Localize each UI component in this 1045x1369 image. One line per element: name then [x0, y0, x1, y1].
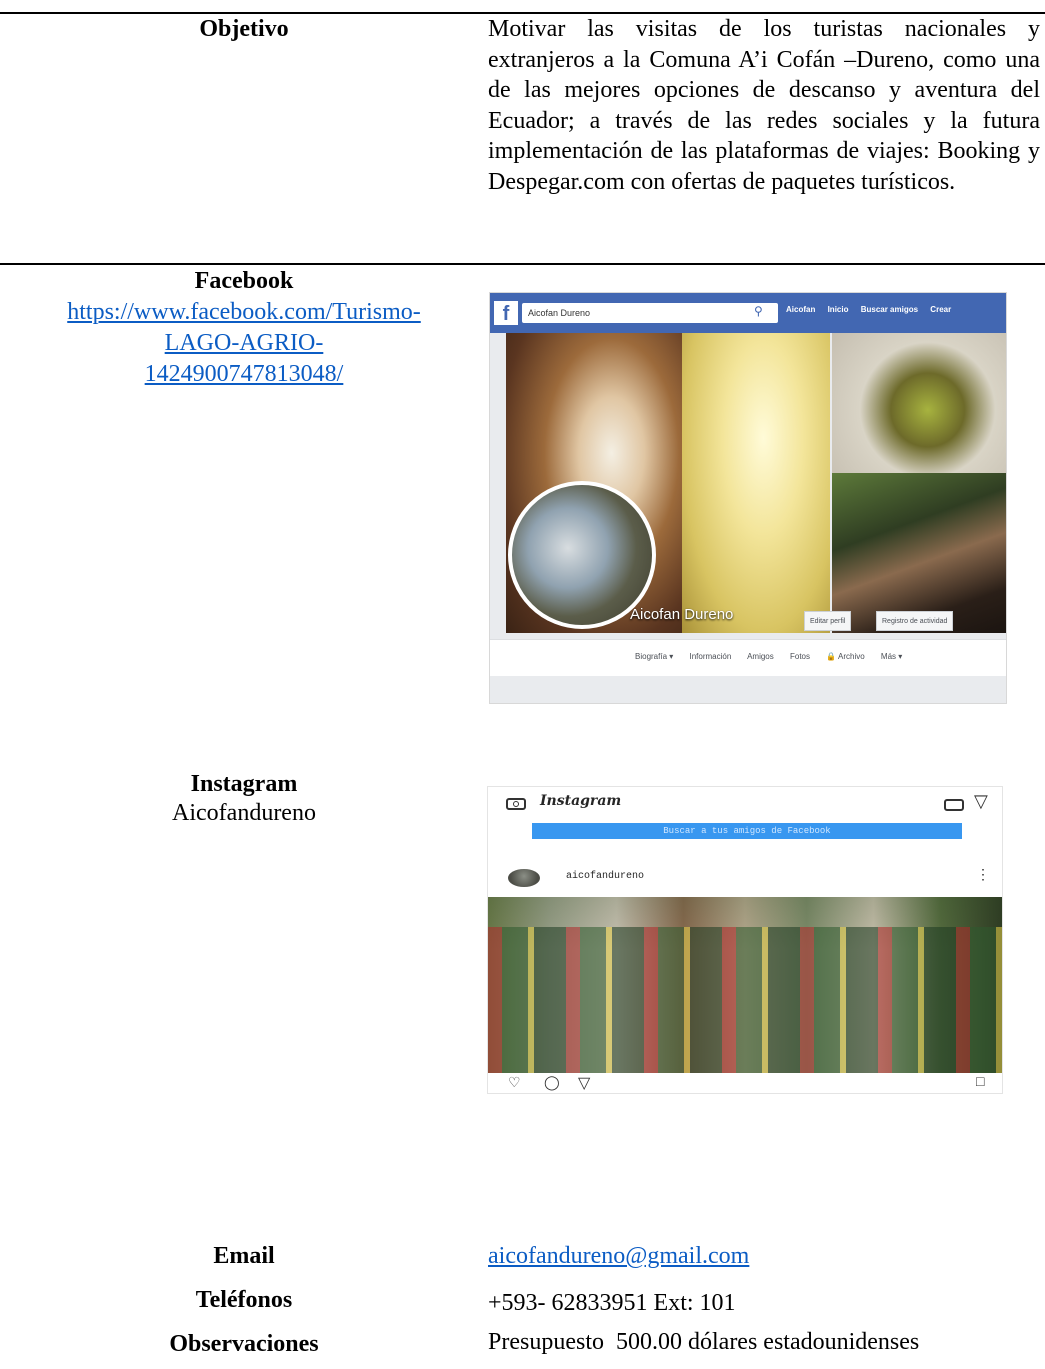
cover-photo-drink	[682, 333, 830, 633]
more-options-icon: ⋮	[976, 868, 990, 883]
facebook-page-screenshot: f Aicofan Dureno ⚲ Aicofan Inicio Buscar…	[489, 292, 1007, 704]
facebook-nav: Aicofan Inicio Buscar amigos Crear	[786, 305, 961, 314]
facebook-link-line3: 1424900747813048/	[144, 361, 344, 387]
facebook-link-line2: LAGO-AGRIO-	[164, 330, 324, 356]
phones-value: +593- 62833951 Ext: 101	[488, 1290, 736, 1316]
email-label: Email	[213, 1243, 275, 1269]
objective-text: Motivar las visitas de los turistas naci…	[488, 16, 1040, 195]
facebook-tab: Más ▾	[880, 652, 903, 661]
facebook-link-block: https://www.facebook.com/Turismo- LAGO-A…	[0, 297, 488, 390]
share-icon: ▽	[578, 1075, 591, 1092]
search-icon: ⚲	[754, 304, 763, 318]
bookmark-icon: □	[976, 1075, 985, 1090]
direct-message-icon: ▽	[974, 791, 988, 811]
instagram-label: Instagram	[190, 771, 298, 797]
instagram-post-actions: ♡ ◯ ▽ □	[488, 1075, 1002, 1093]
facebook-profile-name: Aicofan Dureno	[630, 606, 734, 623]
phones-label: Teléfonos	[195, 1287, 293, 1313]
instagram-post-dancers	[488, 927, 1002, 1073]
facebook-logo-icon: f	[494, 301, 518, 325]
edit-profile-button: Editar perfil	[804, 611, 852, 631]
cover-photo-food	[832, 333, 1006, 473]
instagram-post-header: aicofandureno ⋮	[488, 865, 1002, 893]
section-divider	[0, 263, 1045, 265]
cover-photo-people	[832, 473, 1006, 633]
instagram-page-screenshot: Instagram ▽ Buscar a tus amigos de Faceb…	[487, 786, 1003, 1094]
facebook-profile-tabs: Biografía ▾ Información Amigos Fotos 🔒 A…	[490, 639, 1006, 676]
facebook-link-line1: https://www.facebook.com/Turismo-	[67, 299, 421, 325]
igtv-icon	[944, 799, 964, 811]
instagram-account: Aicofandureno	[172, 800, 316, 826]
instagram-username: aicofandureno	[566, 871, 645, 882]
activity-log-button: Registro de actividad	[876, 611, 954, 631]
facebook-nav-item: Aicofan	[786, 305, 816, 314]
facebook-label: Facebook	[194, 268, 294, 294]
notes-label: Observaciones	[169, 1331, 319, 1357]
instagram-wordmark: Instagram	[540, 793, 622, 809]
objective-label: Objetivo	[199, 16, 289, 42]
comment-icon: ◯	[544, 1076, 560, 1091]
facebook-tab: Fotos	[790, 652, 811, 661]
facebook-search-field: Aicofan Dureno	[522, 303, 778, 323]
notes-value: Presupuesto 500.00 dólares estadounidens…	[488, 1329, 920, 1355]
facebook-nav-item: Buscar amigos	[860, 305, 919, 314]
facebook-tab: Amigos	[747, 652, 774, 661]
find-friends-banner: Buscar a tus amigos de Facebook	[532, 823, 962, 839]
email-link[interactable]: aicofandureno@gmail.com	[488, 1243, 749, 1269]
facebook-tab: Biografía ▾	[635, 652, 674, 661]
like-icon: ♡	[508, 1076, 521, 1091]
facebook-nav-item: Crear	[930, 305, 952, 314]
camera-icon	[506, 798, 526, 810]
facebook-link[interactable]: https://www.facebook.com/Turismo- LAGO-A…	[67, 299, 421, 387]
instagram-avatar	[508, 869, 540, 887]
instagram-header: Instagram ▽	[488, 787, 1002, 819]
facebook-cover-photo: Aicofan Dureno Editar perfil Registro de…	[506, 333, 1006, 633]
email-value-block: aicofandureno@gmail.com	[488, 1243, 749, 1270]
facebook-topbar: f Aicofan Dureno ⚲ Aicofan Inicio Buscar…	[490, 293, 1006, 333]
facebook-tab: 🔒 Archivo	[826, 652, 865, 661]
facebook-nav-item: Inicio	[827, 305, 849, 314]
facebook-tab: Información	[689, 652, 732, 661]
